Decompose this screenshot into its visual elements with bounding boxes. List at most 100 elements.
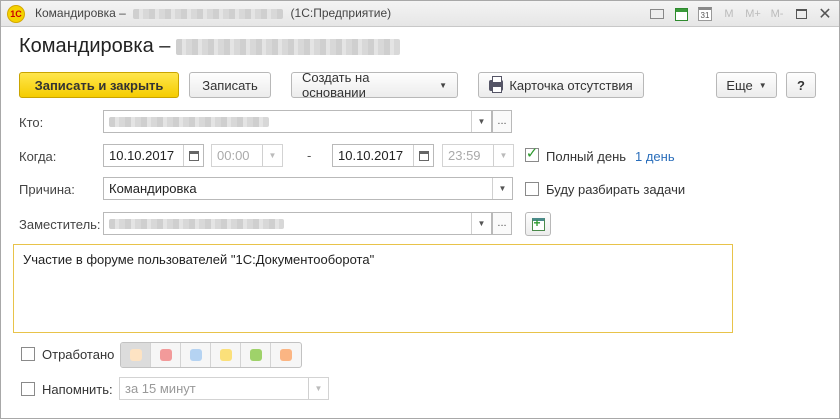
close-icon[interactable]: ✕ bbox=[815, 4, 835, 24]
reason-dropdown-button[interactable]: ▼ bbox=[492, 178, 512, 199]
color-swatch-fill bbox=[249, 349, 262, 361]
worked-off-checkbox[interactable] bbox=[21, 347, 35, 361]
window-title-text: Командировка – bbox=[35, 6, 126, 20]
who-select-button[interactable]: ... bbox=[492, 110, 512, 133]
calendar-icon bbox=[418, 150, 429, 161]
add-calendar-icon bbox=[531, 216, 545, 231]
save-and-close-label: Записать и закрыть bbox=[34, 77, 164, 93]
date-range-dash: - bbox=[307, 148, 312, 163]
page-title-text: Командировка – bbox=[19, 35, 171, 57]
date-from-field[interactable]: 10.10.2017 bbox=[103, 144, 204, 167]
substitute-field[interactable]: ▼ bbox=[103, 212, 492, 235]
calculator-icon[interactable] bbox=[671, 4, 691, 24]
help-label: ? bbox=[797, 77, 805, 93]
date-to-field[interactable]: 10.10.2017 bbox=[332, 144, 434, 167]
save-label: Записать bbox=[202, 77, 258, 93]
time-to-dropdown-button[interactable]: ▼ bbox=[493, 145, 513, 166]
remind-dropdown-button[interactable]: ▼ bbox=[308, 378, 328, 399]
absence-card-button[interactable]: Карточка отсутствия bbox=[478, 72, 644, 98]
description-textarea[interactable]: Участие в форуме пользователей "1С:Докум… bbox=[13, 244, 733, 333]
chevron-down-icon: ▼ bbox=[314, 384, 323, 393]
redacted-title-name bbox=[175, 38, 400, 55]
chevron-down-icon: ▼ bbox=[477, 219, 486, 228]
page-title: Командировка – bbox=[19, 35, 400, 58]
color-swatch-blue[interactable] bbox=[181, 343, 211, 367]
who-dropdown-button[interactable]: ▼ bbox=[471, 111, 491, 132]
redacted-who-value bbox=[109, 116, 269, 127]
window-app-name: (1С:Предприятие) bbox=[290, 6, 392, 20]
more-label: Еще bbox=[726, 77, 753, 93]
window-title: Командировка – (1С:Предприятие) bbox=[35, 6, 391, 20]
1c-logo-icon[interactable]: 1С bbox=[7, 5, 25, 23]
title-bar-controls: 31 M M+ M- ✕ bbox=[647, 4, 835, 24]
chevron-down-icon: ▼ bbox=[268, 151, 277, 160]
color-picker bbox=[120, 342, 302, 368]
color-swatch-red[interactable] bbox=[151, 343, 181, 367]
create-based-on-button[interactable]: Создать на основании ▼ bbox=[291, 70, 458, 100]
calendar-icon bbox=[188, 150, 199, 161]
printer-icon bbox=[489, 75, 504, 93]
time-from-value: 00:00 bbox=[217, 148, 250, 163]
remind-label[interactable]: Напомнить: bbox=[42, 382, 113, 397]
color-swatch-orange[interactable] bbox=[271, 343, 301, 367]
worked-off-label[interactable]: Отработано bbox=[42, 347, 114, 362]
time-to-value: 23:59 bbox=[448, 148, 481, 163]
time-from-field[interactable]: 00:00 ▼ bbox=[211, 144, 283, 167]
add-substitute-button[interactable] bbox=[525, 212, 551, 236]
checkmark-icon: ✓ bbox=[525, 145, 539, 162]
more-button[interactable]: Еще ▼ bbox=[716, 72, 777, 98]
save-button[interactable]: Записать bbox=[189, 72, 271, 98]
handle-tasks-checkbox[interactable] bbox=[525, 182, 539, 196]
date-from-value: 10.10.2017 bbox=[109, 148, 175, 163]
memory-m-icon[interactable]: M bbox=[719, 4, 739, 24]
remind-field[interactable]: за 15 минут ▼ bbox=[119, 377, 329, 400]
print-preview-icon[interactable] bbox=[647, 4, 667, 24]
color-swatch-fill bbox=[219, 349, 232, 361]
full-day-label[interactable]: Полный день bbox=[546, 149, 626, 164]
who-label: Кто: bbox=[19, 115, 44, 130]
redacted-substitute-value bbox=[109, 218, 284, 229]
memory-m-minus-icon[interactable]: M- bbox=[767, 4, 787, 24]
color-swatch-green[interactable] bbox=[241, 343, 271, 367]
substitute-select-button[interactable]: ... bbox=[492, 212, 512, 235]
time-from-dropdown-button[interactable]: ▼ bbox=[262, 145, 282, 166]
color-swatch-yellow[interactable] bbox=[211, 343, 241, 367]
reason-value: Командировка bbox=[109, 181, 197, 196]
remind-value: за 15 минут bbox=[125, 381, 196, 396]
maximize-icon[interactable] bbox=[791, 4, 811, 24]
when-label: Когда: bbox=[19, 149, 57, 164]
chevron-down-icon: ▼ bbox=[477, 117, 486, 126]
full-day-checkbox[interactable]: ✓ bbox=[525, 145, 539, 162]
date-to-calendar-button[interactable] bbox=[413, 145, 433, 166]
date-to-value: 10.10.2017 bbox=[338, 148, 404, 163]
substitute-label: Заместитель: bbox=[19, 217, 101, 232]
chevron-down-icon: ▼ bbox=[439, 80, 447, 90]
who-field[interactable]: ▼ bbox=[103, 110, 492, 133]
help-button[interactable]: ? bbox=[786, 72, 816, 98]
save-and-close-button[interactable]: Записать и закрыть bbox=[19, 72, 179, 98]
reason-label: Причина: bbox=[19, 182, 75, 197]
reason-field[interactable]: Командировка ▼ bbox=[103, 177, 513, 200]
handle-tasks-label[interactable]: Буду разбирать задачи bbox=[546, 182, 685, 197]
time-to-field[interactable]: 23:59 ▼ bbox=[442, 144, 514, 167]
duration-link[interactable]: 1 день bbox=[635, 149, 675, 164]
substitute-dropdown-button[interactable]: ▼ bbox=[471, 213, 491, 234]
date-from-calendar-button[interactable] bbox=[183, 145, 203, 166]
memory-m-plus-icon[interactable]: M+ bbox=[743, 4, 763, 24]
calendar-icon[interactable]: 31 bbox=[695, 4, 715, 24]
remind-checkbox[interactable] bbox=[21, 382, 35, 396]
color-swatch-fill bbox=[129, 349, 142, 361]
description-text: Участие в форуме пользователей "1С:Докум… bbox=[23, 252, 375, 267]
redacted-name bbox=[133, 8, 284, 19]
absence-card-label: Карточка отсутствия bbox=[509, 77, 633, 93]
chevron-down-icon: ▼ bbox=[758, 80, 767, 90]
chevron-down-icon: ▼ bbox=[498, 184, 507, 193]
color-swatch-fill bbox=[280, 349, 292, 361]
window: 1С Командировка – (1С:Предприятие) 31 M … bbox=[0, 0, 840, 419]
color-swatch-fill bbox=[189, 349, 202, 361]
title-bar: 1С Командировка – (1С:Предприятие) 31 M … bbox=[1, 1, 839, 27]
create-based-on-label: Создать на основании bbox=[302, 70, 370, 100]
color-swatch-fill bbox=[159, 349, 172, 361]
color-swatch-peach[interactable] bbox=[121, 343, 151, 367]
chevron-down-icon: ▼ bbox=[499, 151, 508, 160]
